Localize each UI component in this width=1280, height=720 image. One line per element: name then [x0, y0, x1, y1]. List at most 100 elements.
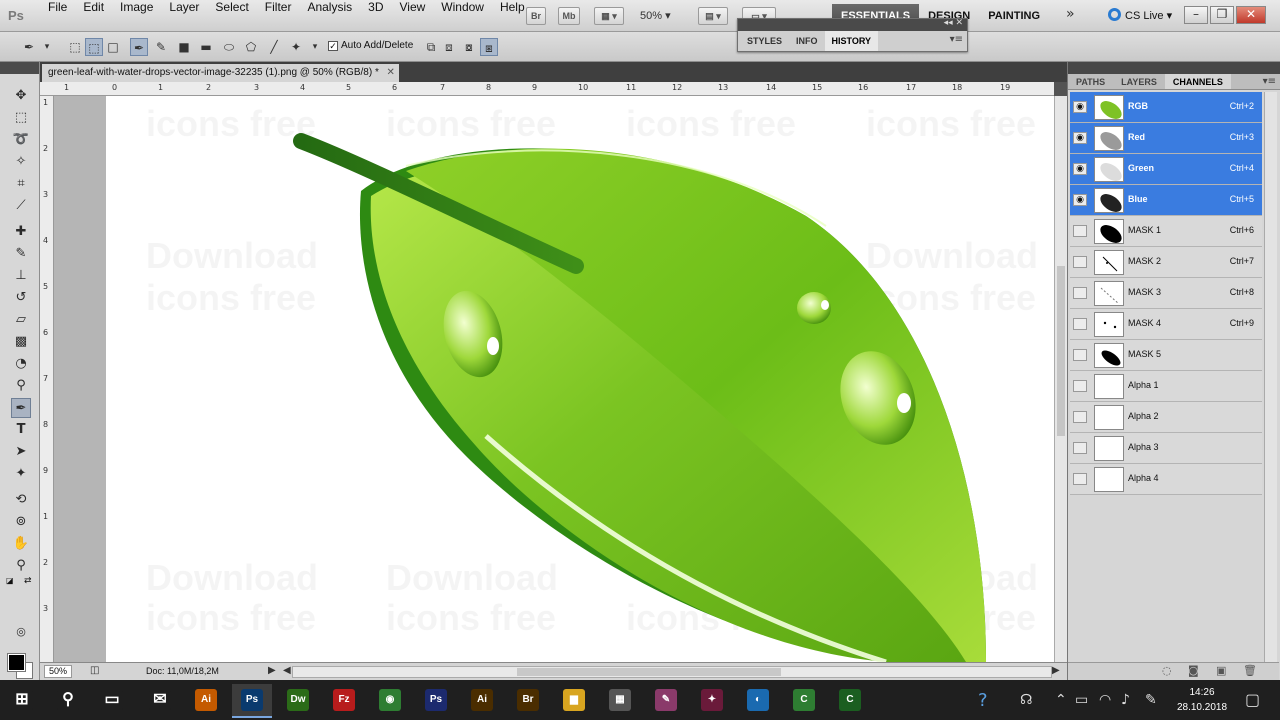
- view-extras-button[interactable]: ▦ ▾: [594, 7, 624, 25]
- channel-row-mask-3[interactable]: MASK 3 Ctrl+8: [1070, 278, 1262, 309]
- close-button[interactable]: ✕: [1236, 6, 1266, 24]
- channel-row-mask-5[interactable]: MASK 5: [1070, 340, 1262, 371]
- bridge-button[interactable]: Br: [526, 7, 546, 25]
- play-arrow-icon[interactable]: ▶: [268, 665, 276, 676]
- blur-tool-icon[interactable]: ◔: [11, 354, 31, 374]
- save-selection-icon[interactable]: ◙: [1188, 664, 1199, 677]
- scrollbar-thumb[interactable]: [1057, 266, 1065, 436]
- taskbar-calculator[interactable]: ▦: [600, 684, 640, 718]
- taskbar-bridge[interactable]: Br: [508, 684, 548, 718]
- horizontal-scrollbar[interactable]: [292, 666, 1052, 678]
- eraser-tool-icon[interactable]: ▱: [11, 310, 31, 330]
- eye-icon[interactable]: [1073, 473, 1087, 485]
- cs-live-button[interactable]: CS Live ▾: [1108, 8, 1172, 22]
- eye-icon[interactable]: [1073, 380, 1087, 392]
- channel-row-blue[interactable]: ◉ Blue Ctrl+5: [1070, 185, 1262, 216]
- tab-layers[interactable]: LAYERS: [1113, 74, 1165, 89]
- polygon-shape-icon[interactable]: ⬠: [242, 38, 260, 56]
- 3d-rotate-tool-icon[interactable]: ⟲: [11, 490, 31, 510]
- scroll-right-icon[interactable]: ▶: [1052, 665, 1060, 676]
- menu-select[interactable]: Select: [207, 0, 256, 32]
- eyedropper-tool-icon[interactable]: ⟋: [11, 196, 31, 216]
- history-brush-tool-icon[interactable]: ↺: [11, 288, 31, 308]
- combine-shapes-icon[interactable]: ⧉: [422, 38, 440, 56]
- workspace-painting[interactable]: PAINTING: [979, 4, 1049, 28]
- load-selection-icon[interactable]: ◌: [1162, 664, 1172, 677]
- channel-row-alpha-4[interactable]: Alpha 4: [1070, 464, 1262, 495]
- exclude-shapes-icon[interactable]: ⧆: [480, 38, 498, 56]
- taskbar-app-globe[interactable]: ◐: [738, 684, 778, 718]
- clone-stamp-tool-icon[interactable]: ⊥: [11, 266, 31, 286]
- panel-title-bar[interactable]: [1068, 62, 1280, 74]
- channel-row-green[interactable]: ◉ Green Ctrl+4: [1070, 154, 1262, 185]
- channel-row-alpha-3[interactable]: Alpha 3: [1070, 433, 1262, 464]
- menu-layer[interactable]: Layer: [161, 0, 207, 32]
- eye-icon[interactable]: ◉: [1073, 101, 1087, 113]
- panel-title-bar[interactable]: ◂◂ ✕: [738, 18, 967, 31]
- mini-bridge-button[interactable]: Mb: [558, 7, 580, 25]
- menu-window[interactable]: Window: [433, 0, 492, 32]
- battery-icon[interactable]: ▭: [1075, 692, 1088, 708]
- system-clock[interactable]: 14:26 28.10.2018: [1172, 685, 1232, 715]
- fill-pixels-icon[interactable]: □: [104, 38, 122, 56]
- path-selection-tool-icon[interactable]: ➤: [11, 442, 31, 462]
- document-tab[interactable]: green-leaf-with-water-drops-vector-image…: [42, 64, 399, 82]
- auto-add-delete-checkbox[interactable]: ✓ Auto Add/Delete: [328, 40, 413, 51]
- menu-image[interactable]: Image: [112, 0, 161, 32]
- eye-icon[interactable]: ◉: [1073, 132, 1087, 144]
- eye-icon[interactable]: [1073, 442, 1087, 454]
- panel-scrollbar[interactable]: [1264, 92, 1277, 666]
- quick-selection-tool-icon[interactable]: ✧: [11, 152, 31, 172]
- channel-row-mask-4[interactable]: MASK 4 Ctrl+9: [1070, 309, 1262, 340]
- ellipse-shape-icon[interactable]: ⬭: [220, 38, 238, 56]
- line-shape-icon[interactable]: ╱: [265, 38, 283, 56]
- taskbar-illustrator-old[interactable]: Ai: [186, 684, 226, 718]
- taskbar-photoshop-2[interactable]: Ps: [416, 684, 456, 718]
- show-hidden-icons[interactable]: ⌃: [1055, 692, 1067, 708]
- eye-icon[interactable]: [1073, 256, 1087, 268]
- eye-icon[interactable]: ◉: [1073, 163, 1087, 175]
- tab-styles[interactable]: STYLES: [740, 31, 789, 51]
- taskbar-task-view[interactable]: ▭: [92, 684, 132, 718]
- delete-channel-icon[interactable]: 🗑: [1243, 664, 1257, 677]
- eye-icon[interactable]: [1073, 411, 1087, 423]
- scrollbar-thumb[interactable]: [517, 668, 781, 676]
- taskbar-app-green-2[interactable]: C: [830, 684, 870, 718]
- shape-layers-icon[interactable]: ⬚: [66, 38, 84, 56]
- swap-colors-icon[interactable]: ⇄: [24, 576, 32, 586]
- tab-channels[interactable]: CHANNELS: [1164, 74, 1231, 89]
- taskbar-file-explorer[interactable]: ▆: [554, 684, 594, 718]
- document-canvas[interactable]: icons freeicons freeicons freeicons free…: [106, 96, 1054, 662]
- custom-shape-icon[interactable]: ✦: [287, 38, 305, 56]
- eye-icon[interactable]: ◉: [1073, 194, 1087, 206]
- menu-view[interactable]: View: [391, 0, 433, 32]
- spot-healing-tool-icon[interactable]: ✚: [11, 222, 31, 242]
- panel-menu-icon[interactable]: ▾≡: [950, 34, 963, 45]
- channel-row-mask-2[interactable]: MASK 2 Ctrl+7: [1070, 247, 1262, 278]
- status-menu-icon[interactable]: ◫: [90, 665, 99, 676]
- taskbar-paint[interactable]: ✎: [646, 684, 686, 718]
- eye-icon[interactable]: [1073, 349, 1087, 361]
- tab-history[interactable]: HISTORY: [824, 31, 879, 51]
- notifications-icon[interactable]: ▢: [1245, 690, 1260, 709]
- menu-3d[interactable]: 3D: [360, 0, 391, 32]
- new-channel-icon[interactable]: ▣: [1216, 664, 1226, 677]
- taskbar-app-green-1[interactable]: C: [784, 684, 824, 718]
- taskbar-photoshop[interactable]: Ps: [232, 684, 272, 718]
- paths-mode-icon[interactable]: ⬚: [85, 38, 103, 56]
- taskbar-illustrator[interactable]: Ai: [462, 684, 502, 718]
- marquee-tool-icon[interactable]: ⬚: [11, 108, 31, 128]
- pen-tool-preset-icon[interactable]: ✒: [20, 38, 38, 56]
- taskbar-dreamweaver[interactable]: Dw: [278, 684, 318, 718]
- close-tab-icon[interactable]: ✕: [386, 64, 394, 82]
- hand-tool-icon[interactable]: ✋: [11, 534, 31, 554]
- chevron-down-icon[interactable]: ▾: [38, 38, 56, 56]
- 3d-orbit-tool-icon[interactable]: ⊚: [11, 512, 31, 532]
- zoom-tool-icon[interactable]: ⚲: [11, 556, 31, 576]
- help-icon[interactable]: ?: [978, 690, 988, 711]
- rectangle-shape-icon[interactable]: ■: [175, 38, 193, 56]
- people-icon[interactable]: ☊: [1020, 692, 1032, 708]
- foreground-color-swatch[interactable]: [7, 653, 26, 672]
- taskbar-app-pink[interactable]: ✦: [692, 684, 732, 718]
- zoom-field[interactable]: 50%: [44, 665, 72, 678]
